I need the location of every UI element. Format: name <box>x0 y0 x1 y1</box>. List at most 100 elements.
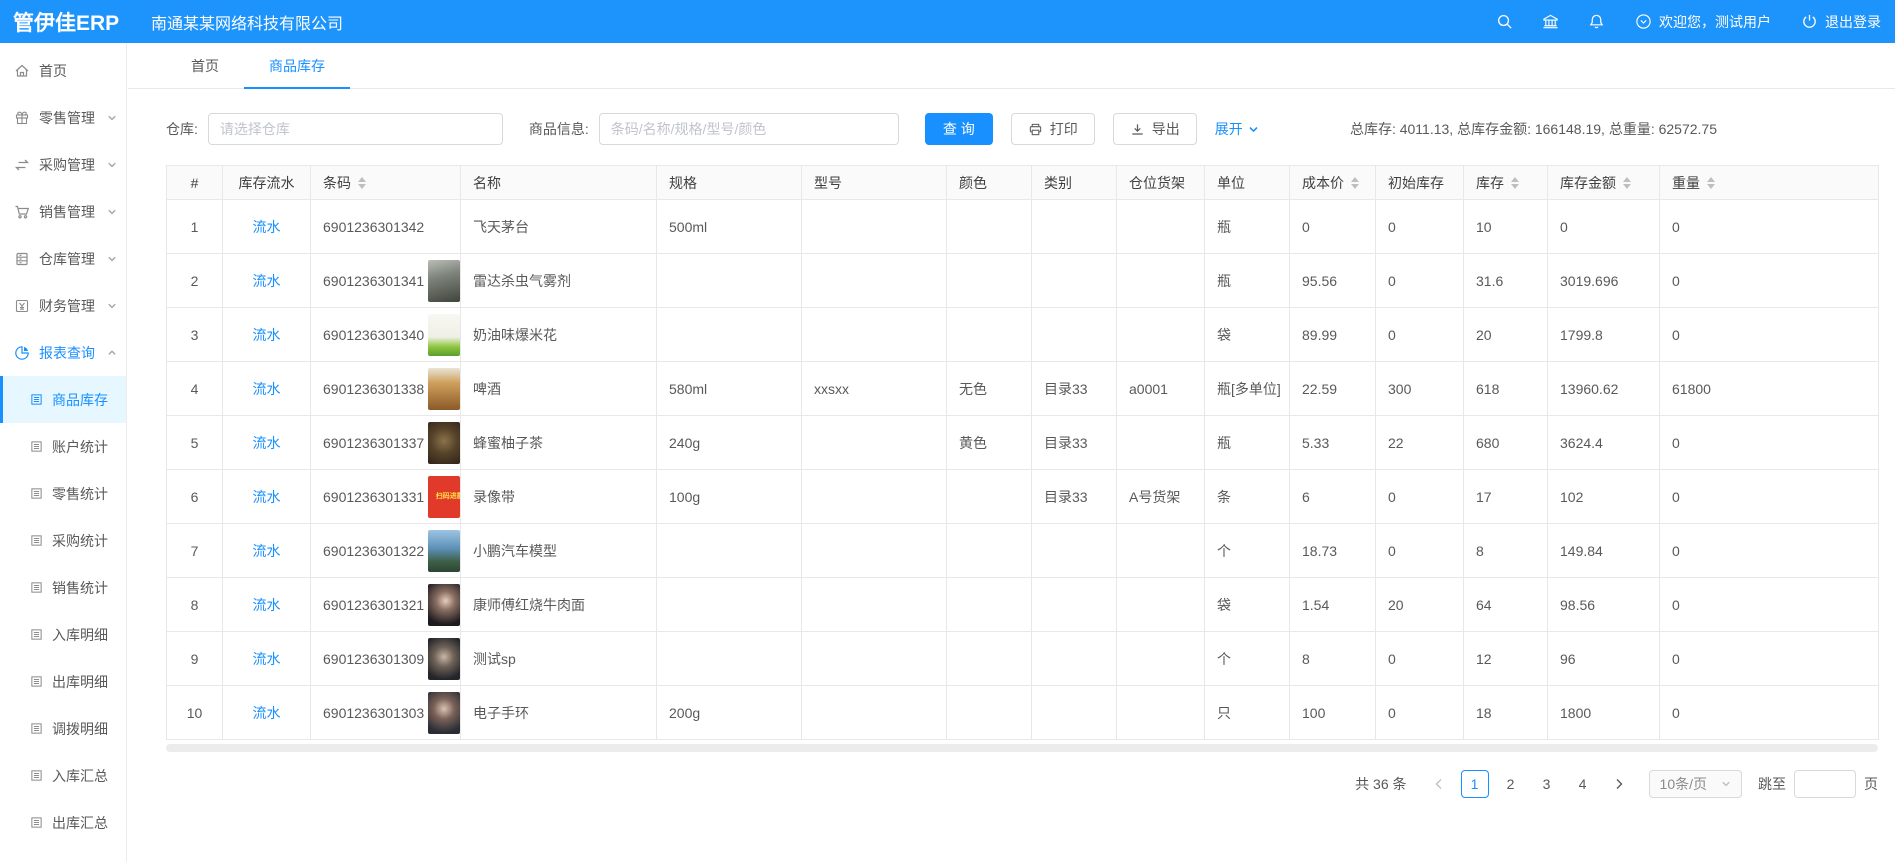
sidebar-item-label: 仓库管理 <box>39 249 95 269</box>
stock-flow-link[interactable]: 流水 <box>253 327 281 343</box>
finance-icon <box>14 298 30 314</box>
sidebar-subitem-sales-stats[interactable]: 销售统计 <box>0 564 126 611</box>
barcode-cell: 6901236301337 <box>311 416 461 470</box>
shelf-cell <box>1117 254 1205 308</box>
page-size-select[interactable]: 10条/页 <box>1649 770 1742 798</box>
stock-amount-cell: 0 <box>1548 200 1660 254</box>
column-header-库存[interactable]: 库存 <box>1464 166 1548 200</box>
bell-icon[interactable] <box>1587 13 1605 31</box>
page-button-3[interactable]: 3 <box>1533 770 1561 798</box>
company-name: 南通某某网络科技有限公司 <box>151 10 343 34</box>
stock-flow-link[interactable]: 流水 <box>253 273 281 289</box>
barcode-value: 6901236301337 <box>323 435 424 451</box>
report-doc-icon <box>30 581 43 594</box>
column-header-库存金额[interactable]: 库存金额 <box>1548 166 1660 200</box>
product-info-input[interactable] <box>599 113 899 145</box>
unit-cell: 只 <box>1205 686 1290 740</box>
logout-button[interactable]: 退出登录 <box>1801 12 1881 32</box>
search-icon[interactable] <box>1495 13 1513 31</box>
warehouse-icon <box>14 251 30 267</box>
category-cell <box>1032 578 1117 632</box>
model-cell <box>802 308 947 362</box>
barcode-cell: 6901236301340 <box>311 308 461 362</box>
stock-flow-link[interactable]: 流水 <box>253 381 281 397</box>
sidebar-subitem-outbound-detail[interactable]: 出库明细 <box>0 658 126 705</box>
horizontal-scrollbar[interactable] <box>166 744 1878 752</box>
bank-icon[interactable] <box>1541 13 1559 31</box>
stock-flow-link[interactable]: 流水 <box>253 219 281 235</box>
warehouse-select-input[interactable] <box>208 113 503 145</box>
sidebar-item-finance[interactable]: 财务管理 <box>0 282 126 329</box>
sidebar-subitem-retail-stats[interactable]: 零售统计 <box>0 470 126 517</box>
previous-page-button[interactable] <box>1425 770 1453 798</box>
column-header-条码[interactable]: 条码 <box>311 166 461 200</box>
sidebar-subitem-inbound-summary[interactable]: 入库汇总 <box>0 752 126 799</box>
cost-price-cell: 0 <box>1290 200 1376 254</box>
tab-product-stock[interactable]: 商品库存 <box>244 43 350 88</box>
sidebar-item-purchase[interactable]: 采购管理 <box>0 141 126 188</box>
barcode-cell: 6901236301321 <box>311 578 461 632</box>
column-label: 库存流水 <box>239 173 295 193</box>
sidebar-item-report[interactable]: 报表查询 <box>0 329 126 376</box>
initial-stock-cell: 0 <box>1376 632 1464 686</box>
sidebar-subitem-purchase-stats[interactable]: 采购统计 <box>0 517 126 564</box>
stock-flow-link[interactable]: 流水 <box>253 489 281 505</box>
stock-flow-link[interactable]: 流水 <box>253 597 281 613</box>
sort-carets-icon[interactable] <box>1707 177 1715 189</box>
sidebar-subitem-account-stats[interactable]: 账户统计 <box>0 423 126 470</box>
product-thumbnail <box>428 368 460 410</box>
inventory-table: #库存流水条码名称规格型号颜色类别仓位货架单位成本价初始库存库存库存金额重量 1… <box>166 165 1879 740</box>
tab-home[interactable]: 首页 <box>166 43 244 88</box>
product-name-cell: 雷达杀虫气雾剂 <box>461 254 657 308</box>
sidebar-item-sales[interactable]: 销售管理 <box>0 188 126 235</box>
stock-flow-link[interactable]: 流水 <box>253 435 281 451</box>
product-thumbnail <box>428 584 460 626</box>
sidebar-subitem-label: 调拨明细 <box>52 719 108 739</box>
stock-flow-link[interactable]: 流水 <box>253 543 281 559</box>
print-button[interactable]: 打印 <box>1011 113 1095 145</box>
barcode-value: 6901236301331 <box>323 489 424 505</box>
page-button-1[interactable]: 1 <box>1461 770 1489 798</box>
row-index-cell: 10 <box>167 686 223 740</box>
sort-carets-icon[interactable] <box>358 177 366 189</box>
sidebar-item-retail[interactable]: 零售管理 <box>0 94 126 141</box>
color-cell <box>947 254 1032 308</box>
stock-flow-link[interactable]: 流水 <box>253 651 281 667</box>
row-index-cell: 5 <box>167 416 223 470</box>
export-button[interactable]: 导出 <box>1113 113 1197 145</box>
stock-flow-link[interactable]: 流水 <box>253 705 281 721</box>
sidebar-subitem-inbound-detail[interactable]: 入库明细 <box>0 611 126 658</box>
page-button-2[interactable]: 2 <box>1497 770 1525 798</box>
sidebar-item-home[interactable]: 首页 <box>0 47 126 94</box>
column-label: # <box>191 175 199 191</box>
sidebar-subitem-product-stock[interactable]: 商品库存 <box>0 376 126 423</box>
sort-carets-icon[interactable] <box>1351 177 1359 189</box>
weight-cell: 0 <box>1660 254 1879 308</box>
barcode-value: 6901236301338 <box>323 381 424 397</box>
color-cell: 无色 <box>947 362 1032 416</box>
welcome-user[interactable]: 欢迎您，测试用户 <box>1635 12 1771 32</box>
sidebar-item-warehouse[interactable]: 仓库管理 <box>0 235 126 282</box>
expand-link[interactable]: 展开 <box>1215 119 1259 139</box>
barcode-cell: 6901236301322 <box>311 524 461 578</box>
sort-carets-icon[interactable] <box>1623 177 1631 189</box>
sort-carets-icon[interactable] <box>1511 177 1519 189</box>
unit-cell: 瓶 <box>1205 254 1290 308</box>
jump-to-page-input[interactable] <box>1794 770 1856 798</box>
next-page-button[interactable] <box>1605 770 1633 798</box>
weight-cell: 0 <box>1660 632 1879 686</box>
cost-price-cell: 95.56 <box>1290 254 1376 308</box>
row-index-cell: 9 <box>167 632 223 686</box>
search-button[interactable]: 查 询 <box>925 113 993 145</box>
stock-cell: 680 <box>1464 416 1548 470</box>
model-cell <box>802 416 947 470</box>
page-button-4[interactable]: 4 <box>1569 770 1597 798</box>
column-header-成本价[interactable]: 成本价 <box>1290 166 1376 200</box>
barcode-value: 6901236301303 <box>323 705 424 721</box>
product-thumbnail <box>428 314 460 356</box>
unit-cell: 个 <box>1205 524 1290 578</box>
column-header-重量[interactable]: 重量 <box>1660 166 1879 200</box>
product-name-cell: 蜂蜜柚子茶 <box>461 416 657 470</box>
sidebar-subitem-outbound-summary[interactable]: 出库汇总 <box>0 799 126 846</box>
sidebar-subitem-transfer-detail[interactable]: 调拨明细 <box>0 705 126 752</box>
